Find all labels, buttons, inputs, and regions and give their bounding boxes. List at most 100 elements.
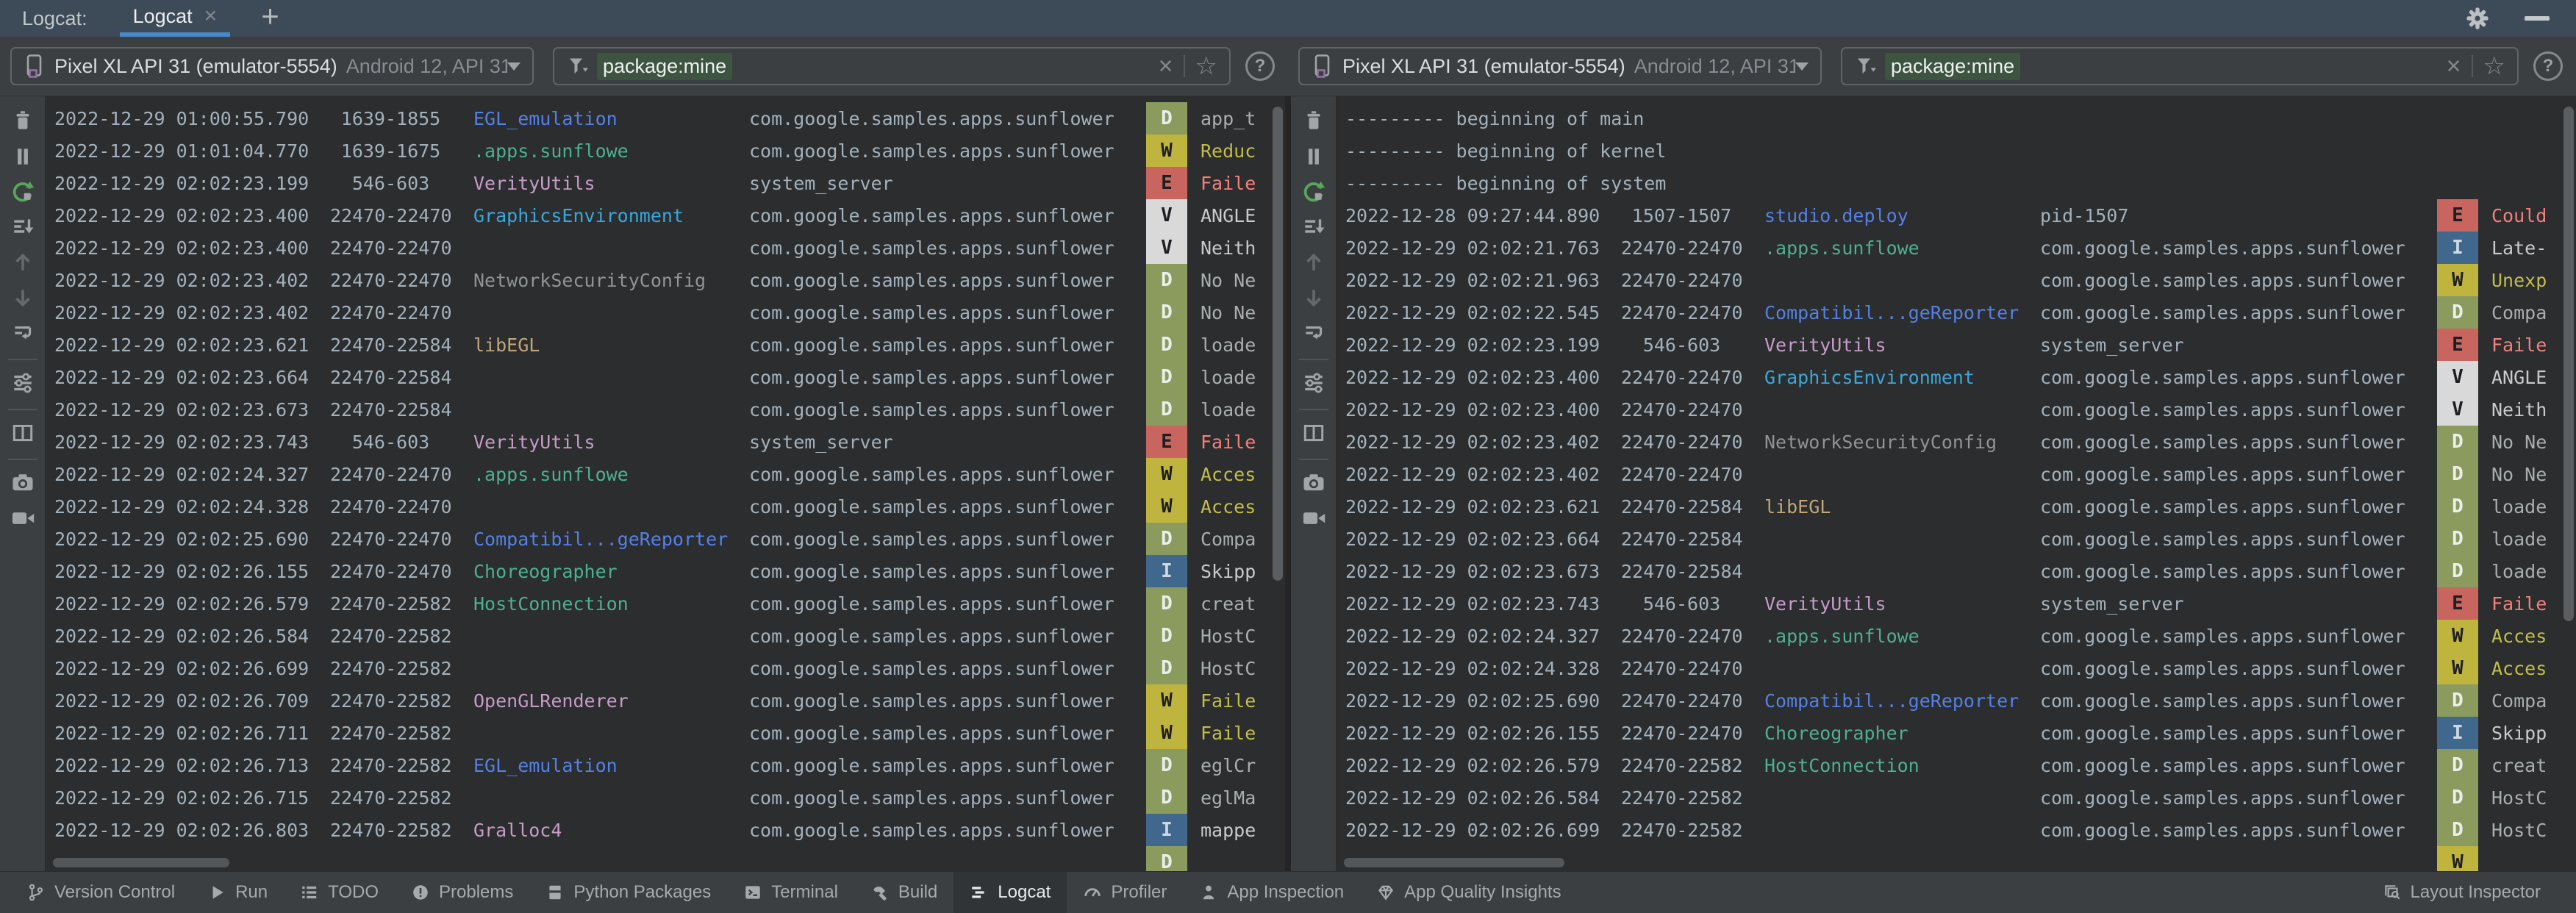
- log-pid-tid[interactable]: 22470-22470: [330, 237, 451, 259]
- log-row[interactable]: --------- beginning of main: [1337, 102, 2576, 135]
- chevron-down-icon[interactable]: [1795, 62, 1808, 71]
- logcat-settings-button[interactable]: [1297, 367, 1331, 399]
- pane-divider[interactable]: [1285, 96, 1291, 871]
- pane-toolbar[interactable]: Pixel XL API 31 (emulator-5554) Android 1…: [1288, 37, 2576, 96]
- soft-wrap-icon[interactable]: [1301, 321, 1326, 345]
- log-pid-tid[interactable]: 546-603: [1621, 593, 1742, 615]
- log-pid-tid[interactable]: 22470-22582: [330, 820, 451, 841]
- filter-divider[interactable]: [1183, 55, 1185, 77]
- log-row[interactable]: 2022-12-29 02:02:24.328 22470-22470 com.go…: [46, 490, 1285, 523]
- horizontal-scrollbar[interactable]: [53, 858, 229, 867]
- log-row[interactable]: 2022-12-29 02:02:26.584 22470-22582 com.go…: [1337, 781, 2576, 814]
- log-package[interactable]: com.google.samples.apps.sunflower: [2040, 561, 2437, 582]
- log-timestamp[interactable]: 2022-12-29 02:02:26.699: [1345, 820, 1621, 841]
- log-row[interactable]: 2022-12-29 02:02:22.545 22470-22470 Compat…: [1337, 296, 2576, 329]
- log-tag[interactable]: NetworkSecurityConfig: [1764, 432, 2040, 453]
- log-level-badge[interactable]: D: [2437, 684, 2478, 717]
- clear-logcat-icon[interactable]: [10, 109, 35, 134]
- log-pid-tid[interactable]: 1507-1507: [1621, 205, 1742, 226]
- log-package[interactable]: com.google.samples.apps.sunflower: [749, 755, 1146, 776]
- log-row[interactable]: 2022-12-29 02:02:23.743 546-603 VerityUtil…: [46, 426, 1285, 458]
- log-tag[interactable]: .apps.sunflowe: [473, 464, 749, 485]
- log-message[interactable]: Could: [2478, 205, 2576, 226]
- log-package[interactable]: com.google.samples.apps.sunflower: [2040, 658, 2437, 679]
- log-message[interactable]: loade: [1187, 334, 1285, 356]
- log-package[interactable]: com.google.samples.apps.sunflower: [2040, 820, 2437, 841]
- next-occurrence-button[interactable]: [1297, 282, 1331, 314]
- statusbar-item-build[interactable]: Build: [854, 872, 954, 913]
- log-level-badge[interactable]: D: [2437, 426, 2478, 458]
- restart-logcat-icon[interactable]: [10, 179, 36, 205]
- filter-query-value[interactable]: package:mine: [597, 52, 733, 80]
- log-pid-tid[interactable]: 22470-22470: [1621, 690, 1742, 712]
- log-message[interactable]: Acces: [2478, 658, 2576, 679]
- log-row[interactable]: 2022-12-29 01:00:55.790 1639-1855 EGL_emul…: [46, 102, 1285, 135]
- filter-input[interactable]: package:mine × ☆: [553, 47, 1231, 85]
- restart-logcat-icon[interactable]: [1300, 179, 1327, 205]
- log-tag[interactable]: Compatibil...geReporter: [1764, 690, 2040, 712]
- log-level-badge[interactable]: D: [1146, 781, 1187, 814]
- pause-logcat-icon[interactable]: [1301, 144, 1326, 169]
- log-pid-tid[interactable]: 22470-22470: [1621, 399, 1742, 420]
- log-row[interactable]: 2022-12-29 02:02:23.402 22470-22470 com.go…: [1337, 458, 2576, 490]
- soft-wrap-button[interactable]: [6, 317, 40, 349]
- log-timestamp[interactable]: 2022-12-29 02:02:24.327: [54, 464, 330, 485]
- log-pid-tid[interactable]: 22470-22470: [330, 464, 451, 485]
- log-timestamp[interactable]: 2022-12-29 02:02:23.400: [1345, 367, 1621, 388]
- statusbar-item-label[interactable]: Problems: [439, 882, 513, 903]
- device-details[interactable]: Android 12, API 31: [1634, 55, 1795, 78]
- record-screen-button[interactable]: [1297, 502, 1331, 534]
- statusbar-item-profiler[interactable]: Profiler: [1067, 872, 1183, 913]
- log-row[interactable]: 2022-12-29 02:02:26.699 22470-22582 com.go…: [1337, 814, 2576, 846]
- log-level-badge[interactable]: E: [1146, 426, 1187, 458]
- log-row[interactable]: 2022-12-29 02:02:23.402 22470-22470 com.go…: [46, 296, 1285, 329]
- log-timestamp[interactable]: 2022-12-29 01:01:04.770: [54, 140, 330, 162]
- log-message[interactable]: Unexp: [2478, 270, 2576, 291]
- log-package[interactable]: com.google.samples.apps.sunflower: [749, 367, 1146, 388]
- scroll-to-end-button[interactable]: [1297, 211, 1331, 243]
- log-row[interactable]: 2022-12-29 02:02:23.402 22470-22470 Networ…: [46, 264, 1285, 296]
- log-level-badge[interactable]: D: [1146, 102, 1187, 135]
- log-pid-tid[interactable]: 22470-22470: [1621, 464, 1742, 485]
- log-row[interactable]: 2022-12-29 02:02:25.690 22470-22470 Compat…: [46, 523, 1285, 555]
- statusbar-item-version-control[interactable]: Version Control: [10, 872, 191, 913]
- statusbar-item-label[interactable]: App Quality Insights: [1404, 882, 1561, 903]
- log-timestamp[interactable]: 2022-12-29 02:02:26.711: [54, 723, 330, 744]
- filter-query-value[interactable]: package:mine: [1885, 52, 2021, 80]
- log-level-badge[interactable]: D: [2437, 781, 2478, 814]
- log-level-badge[interactable]: E: [1146, 167, 1187, 199]
- take-screenshot-button[interactable]: [6, 467, 40, 499]
- log-pid-tid[interactable]: 22470-22584: [330, 399, 451, 420]
- log-package[interactable]: com.google.samples.apps.sunflower: [749, 820, 1146, 841]
- toolbar-separator[interactable]: [1298, 359, 1328, 360]
- log-row[interactable]: 2022-12-29 02:02:26.709 22470-22582 OpenGL…: [46, 684, 1285, 717]
- log-message[interactable]: eglMa: [1187, 787, 1285, 809]
- log-level-badge[interactable]: E: [2437, 587, 2478, 620]
- favorite-filter-icon[interactable]: ☆: [2483, 54, 2505, 79]
- log-message[interactable]: mappe: [1187, 820, 1285, 841]
- log-tag[interactable]: Choreographer: [1764, 723, 2040, 744]
- log-banner[interactable]: --------- beginning of system: [1345, 173, 2437, 194]
- log-level-badge[interactable]: W: [1146, 458, 1187, 490]
- log-timestamp[interactable]: 2022-12-29 02:02:23.621: [1345, 496, 1621, 518]
- log-message[interactable]: Compa: [2478, 690, 2576, 712]
- log-timestamp[interactable]: 2022-12-29 02:02:23.400: [1345, 399, 1621, 420]
- log-tag[interactable]: Compatibil...geReporter: [1764, 302, 2040, 323]
- log-level-badge[interactable]: W: [2437, 846, 2478, 871]
- log-message[interactable]: loade: [2478, 529, 2576, 550]
- tab-logcat[interactable]: Logcat ×: [119, 0, 231, 37]
- log-timestamp[interactable]: 2022-12-28 09:27:44.890: [1345, 205, 1621, 226]
- log-message[interactable]: Faile: [1187, 432, 1285, 453]
- log-message[interactable]: Acces: [2478, 626, 2576, 647]
- logcat-toolbar[interactable]: [0, 96, 46, 871]
- log-package[interactable]: com.google.samples.apps.sunflower: [2040, 432, 2437, 453]
- log-tag[interactable]: libEGL: [1764, 496, 2040, 518]
- log-row[interactable]: 2022-12-29 02:02:23.621 22470-22584 libEGL…: [46, 329, 1285, 361]
- log-package[interactable]: com.google.samples.apps.sunflower: [2040, 302, 2437, 323]
- scroll-to-end-button[interactable]: [6, 211, 40, 243]
- log-level-badge[interactable]: I: [1146, 814, 1187, 846]
- log-message[interactable]: Acces: [1187, 464, 1285, 485]
- log-tag[interactable]: VerityUtils: [1764, 334, 2040, 356]
- device-details[interactable]: Android 12, API 31: [346, 55, 507, 78]
- log-timestamp[interactable]: 2022-12-29 02:02:26.699: [54, 658, 330, 679]
